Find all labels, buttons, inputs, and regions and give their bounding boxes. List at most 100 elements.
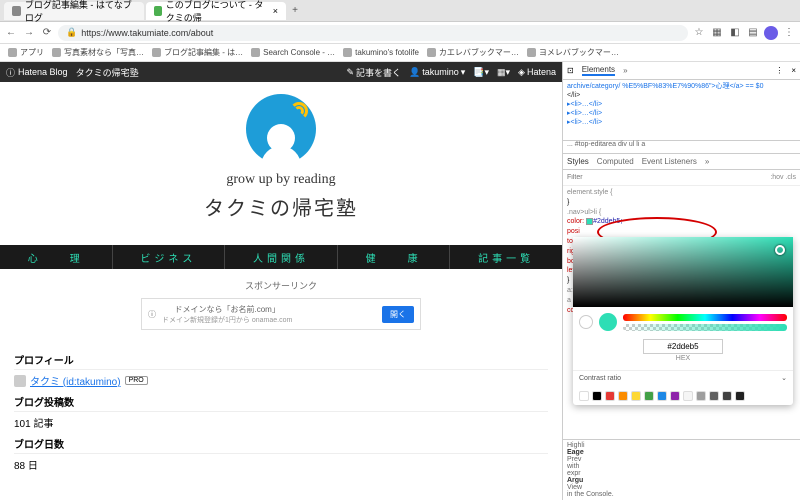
tab-more-styles[interactable]: » xyxy=(705,157,709,166)
tab-2[interactable]: このブログについて - タクミの帰× xyxy=(146,2,286,20)
close-icon[interactable]: × xyxy=(273,6,278,16)
site-title: タクミの帰宅塾 xyxy=(0,192,562,221)
back-button[interactable]: ← xyxy=(4,26,18,40)
profile-section: プロフィール タクミ (id:takumino) PRO ブログ投稿数 101 … xyxy=(0,346,562,478)
bookmark-icon[interactable]: 📑▾ xyxy=(473,67,489,78)
bookmark-item[interactable]: takumino's fotolife xyxy=(343,48,419,57)
posts-heading: ブログ投稿数 xyxy=(14,394,548,412)
browser-tabs: ブログ記事編集 - はてなブログ このブログについて - タクミの帰× + xyxy=(0,0,800,22)
palette-color[interactable] xyxy=(696,391,706,401)
days-heading: ブログ日数 xyxy=(14,436,548,454)
profile-link[interactable]: タクミ (id:takumino) xyxy=(30,373,121,388)
star-icon[interactable]: ☆ xyxy=(692,26,706,40)
palette-color[interactable] xyxy=(579,391,589,401)
posts-count: 101 記事 xyxy=(14,415,548,430)
ext-icon-2[interactable]: ◧ xyxy=(728,26,742,40)
inspect-icon[interactable]: ⊡ xyxy=(567,66,574,75)
address-bar: ← → ⟳ 🔒 https://www.takumiate.com/about … xyxy=(0,22,800,44)
pro-badge: PRO xyxy=(125,376,148,385)
dom-tree[interactable]: archive/category/ %E5%BF%83%E7%90%86">心理… xyxy=(563,80,800,140)
reload-button[interactable]: ⟳ xyxy=(40,26,54,40)
tab-events[interactable]: Event Listeners xyxy=(642,157,697,166)
palette-color[interactable] xyxy=(592,391,602,401)
palette-color[interactable] xyxy=(709,391,719,401)
blog-name[interactable]: タクミの帰宅塾 xyxy=(76,66,139,79)
devtools-sidebar-info: Highli Eage Prev with expr Argu View in … xyxy=(563,439,800,500)
hatena-logo[interactable]: ⓘHatena Blog xyxy=(6,66,68,79)
devtools-menu[interactable]: ⋮ xyxy=(775,66,783,75)
bookmarks-bar: アプリ 写真素材なら「写真… ブログ記事編集 - は… Search Conso… xyxy=(0,44,800,62)
tab-styles[interactable]: Styles xyxy=(567,157,589,166)
profile-heading: プロフィール xyxy=(14,352,548,370)
palette-color[interactable] xyxy=(735,391,745,401)
styles-tabs: Styles Computed Event Listeners » xyxy=(563,154,800,170)
tagline: grow up by reading xyxy=(0,172,562,188)
ext-icon-3[interactable]: ▤ xyxy=(746,26,760,40)
palette-color[interactable] xyxy=(631,391,641,401)
hov-toggle[interactable]: :hov .cls xyxy=(770,174,796,181)
tab-computed[interactable]: Computed xyxy=(597,157,634,166)
nav-business[interactable]: ビジネス xyxy=(113,245,226,269)
tab-more[interactable]: » xyxy=(623,66,627,75)
forward-button[interactable]: → xyxy=(22,26,36,40)
color-palette xyxy=(573,387,793,405)
color-field[interactable] xyxy=(573,237,793,307)
write-post-button[interactable]: ✎ 記事を書く xyxy=(346,66,401,79)
url-input[interactable]: 🔒 https://www.takumiate.com/about xyxy=(58,25,688,41)
sponsor-label: スポンサーリンク xyxy=(0,279,562,292)
devtools-panel: ⊡ Elements » ⋮ × archive/category/ %E5%B… xyxy=(562,62,800,500)
devtools-tabs: ⊡ Elements » ⋮ × xyxy=(563,62,800,80)
bookmark-item[interactable]: カエレバブックマー… xyxy=(427,47,519,58)
days-count: 88 日 xyxy=(14,457,548,472)
ext-icon-1[interactable]: ▦ xyxy=(710,26,724,40)
tab-1[interactable]: ブログ記事編集 - はてなブログ xyxy=(4,2,144,20)
sponsor-section: スポンサーリンク ⓘ ドメインなら「お名前.com」 ドメイン新規登録が1円から… xyxy=(0,269,562,346)
hatena-link[interactable]: ◈Hatena xyxy=(518,67,556,78)
palette-color[interactable] xyxy=(644,391,654,401)
styles-pane[interactable]: element.style { } .nav>ul>li { color: #2… xyxy=(563,186,800,439)
palette-color[interactable] xyxy=(605,391,615,401)
ad-open-button[interactable]: 開く xyxy=(382,306,414,323)
apps-button[interactable]: アプリ xyxy=(8,47,44,58)
palette-color[interactable] xyxy=(722,391,732,401)
menu-icon[interactable]: ⋮ xyxy=(782,26,796,40)
page-content: ⓘHatena Blog タクミの帰宅塾 ✎ 記事を書く 👤 takumino … xyxy=(0,62,562,500)
hatena-toolbar: ⓘHatena Blog タクミの帰宅塾 ✎ 記事を書く 👤 takumino … xyxy=(0,62,562,82)
nav-articles[interactable]: 記事一覧 xyxy=(450,245,562,269)
main-nav: 心 理 ビジネス 人間関係 健 康 記事一覧 xyxy=(0,245,562,269)
filter-input[interactable] xyxy=(567,174,770,181)
color-picker[interactable]: HEX Contrast ratio⌄ xyxy=(573,237,793,405)
hero: grow up by reading タクミの帰宅塾 xyxy=(0,82,562,229)
hex-label: HEX xyxy=(579,354,787,364)
alpha-slider[interactable] xyxy=(623,324,787,331)
tab-elements[interactable]: Elements xyxy=(582,65,615,76)
nav-psychology[interactable]: 心 理 xyxy=(0,245,113,269)
current-color-swatch xyxy=(599,313,617,331)
filter-bar: :hov .cls xyxy=(563,170,800,186)
nav-relationships[interactable]: 人間関係 xyxy=(225,245,338,269)
profile-icon xyxy=(14,375,26,387)
palette-color[interactable] xyxy=(618,391,628,401)
ad-info-icon[interactable]: ⓘ xyxy=(148,309,156,320)
eyedropper-icon[interactable] xyxy=(579,315,593,329)
hue-slider[interactable] xyxy=(623,314,787,321)
apps-icon[interactable]: ▦▾ xyxy=(497,67,510,78)
palette-color[interactable] xyxy=(683,391,693,401)
hex-input[interactable] xyxy=(643,339,723,354)
bookmark-item[interactable]: ヨメレバブックマー… xyxy=(527,47,619,58)
palette-color[interactable] xyxy=(657,391,667,401)
devtools-close[interactable]: × xyxy=(791,66,796,75)
palette-color[interactable] xyxy=(670,391,680,401)
lock-icon: 🔒 xyxy=(66,27,77,38)
ad-banner[interactable]: ⓘ ドメインなら「お名前.com」 ドメイン新規登録が1円から onamae.c… xyxy=(141,298,421,330)
profile-avatar[interactable] xyxy=(764,26,778,40)
breadcrumb[interactable]: ... #top-editarea div ul li a xyxy=(563,140,800,154)
site-logo xyxy=(246,94,316,164)
user-menu[interactable]: 👤 takumino ▾ xyxy=(409,67,465,78)
contrast-row[interactable]: Contrast ratio⌄ xyxy=(573,370,793,387)
nav-health[interactable]: 健 康 xyxy=(338,245,451,269)
bookmark-item[interactable]: ブログ記事編集 - は… xyxy=(152,47,243,58)
bookmark-item[interactable]: Search Console - … xyxy=(251,48,335,57)
bookmark-item[interactable]: 写真素材なら「写真… xyxy=(52,47,144,58)
new-tab-button[interactable]: + xyxy=(288,5,302,16)
